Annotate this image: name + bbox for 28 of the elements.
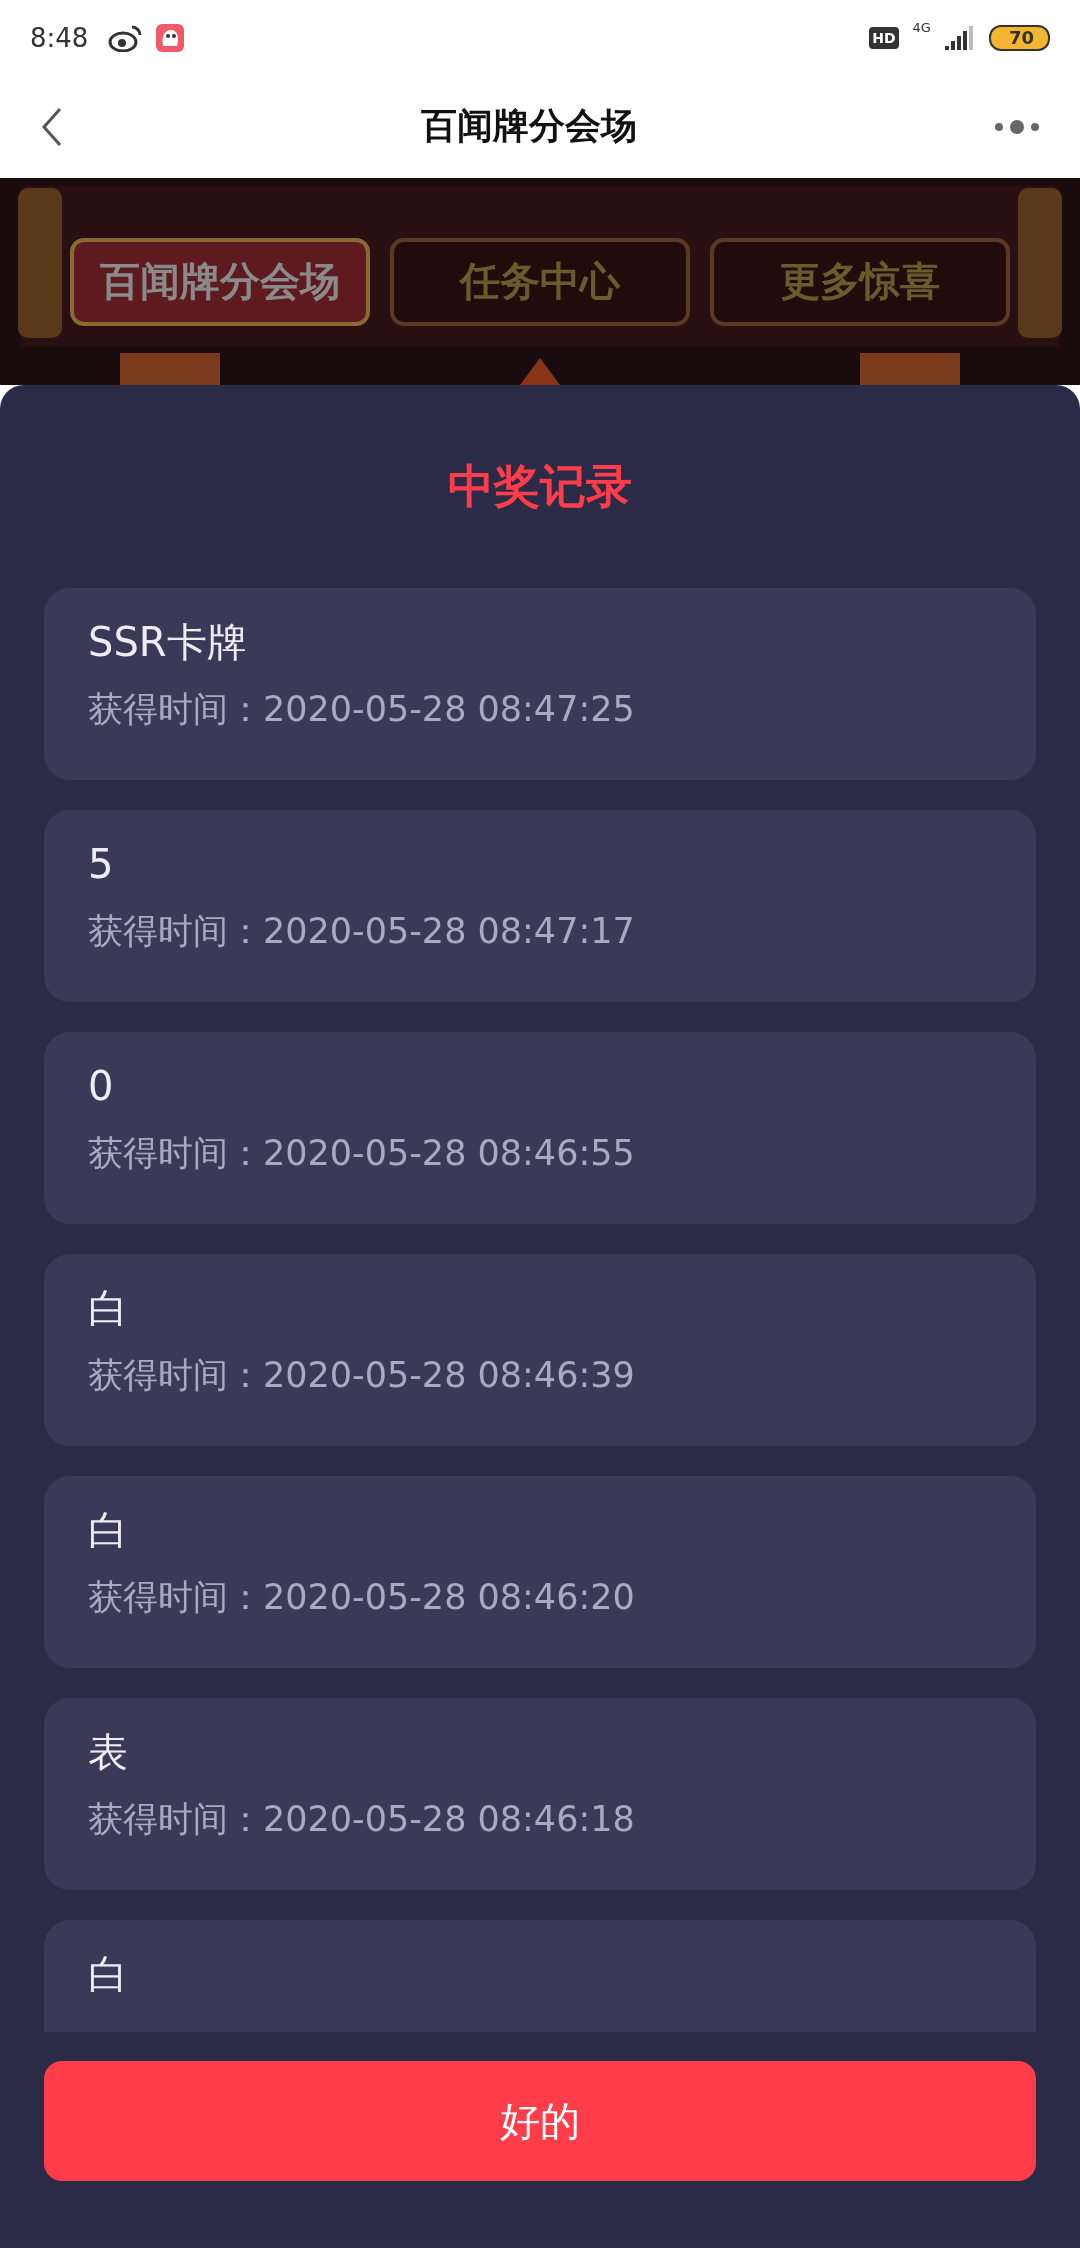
- prize-name: 白: [88, 1506, 129, 1554]
- banner-tab[interactable]: 更多惊喜: [710, 237, 1010, 326]
- prize-name: 表: [88, 1728, 129, 1776]
- prize-name: 白: [88, 1284, 129, 1332]
- signal-icon: [944, 25, 975, 50]
- record-time: 获得时间：2020-05-28 08:46:18: [88, 1798, 636, 1840]
- network-label: 4G: [912, 20, 931, 35]
- record-time: 获得时间：2020-05-28 08:47:25: [88, 688, 636, 730]
- back-icon[interactable]: [40, 106, 64, 147]
- status-time: 8:48: [30, 22, 89, 53]
- battery-indicator: 70: [988, 24, 1050, 51]
- hd-badge: HD: [869, 26, 899, 49]
- record-time: 获得时间：2020-05-28 08:46:20: [88, 1576, 636, 1618]
- dialog-title: 中奖记录: [448, 457, 632, 515]
- more-icon[interactable]: [994, 118, 1040, 135]
- prize-name: 0: [88, 1062, 115, 1110]
- prize-name: 白: [88, 1950, 129, 1998]
- record-time: 获得时间：2020-05-28 08:47:17: [88, 910, 636, 952]
- prize-name: SSR卡牌: [88, 618, 248, 666]
- confirm-button[interactable]: 好的: [44, 2061, 1036, 2181]
- record-time: 获得时间：2020-05-28 08:46:55: [88, 1132, 636, 1174]
- banner-tab[interactable]: 百闻牌分会场: [70, 237, 370, 326]
- app-icon: [156, 23, 185, 52]
- banner-tab[interactable]: 任务中心: [390, 237, 690, 326]
- prize-name: 5: [88, 840, 115, 888]
- page-title: 百闻牌分会场: [421, 104, 637, 148]
- record-time: 获得时间：2020-05-28 08:46:39: [88, 1354, 636, 1396]
- weibo-icon: [108, 23, 143, 52]
